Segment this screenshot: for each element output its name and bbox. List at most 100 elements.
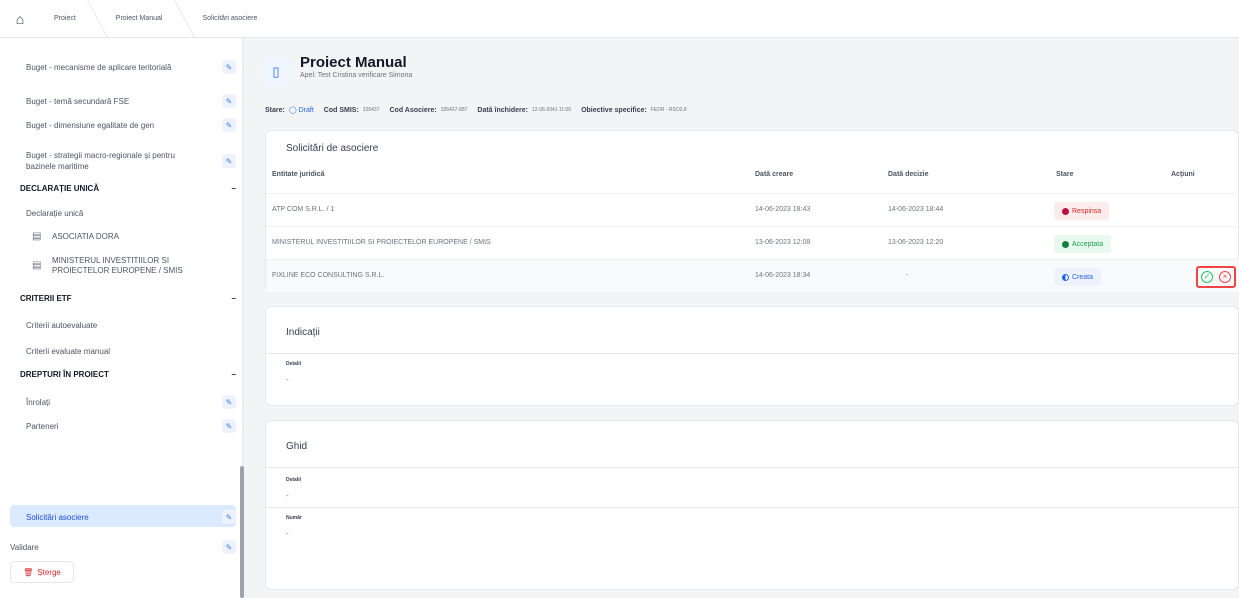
sidebar-item-label: Parteneri — [26, 421, 59, 431]
divider — [266, 507, 1239, 508]
section-title: DECLARAȚIE UNICĂ — [20, 184, 100, 193]
sidebar-item-asociatia-dora[interactable]: ▤ ASOCIATIA DORA — [32, 232, 232, 242]
column-header: Stare — [1056, 171, 1074, 178]
cell-entitate: MINISTERUL INVESTITIILOR SI PROIECTELOR … — [272, 239, 491, 246]
accept-icon[interactable]: ✓ — [1201, 271, 1213, 283]
card-title: Solicitări de asociere — [286, 143, 379, 154]
divider — [266, 353, 1239, 354]
sidebar-item-buget-strategii[interactable]: Buget - strategii macro-regionale și pen… — [26, 150, 236, 172]
cell-data-creare: 14-06-2023 18:34 — [755, 272, 811, 279]
cell-data-creare: 13-06-2023 12:08 — [755, 239, 811, 246]
edit-icon[interactable]: ✎ — [222, 419, 236, 433]
sidebar-scrollbar[interactable] — [240, 466, 244, 598]
section-declaratie[interactable]: DECLARAȚIE UNICĂ – — [20, 184, 236, 193]
field-value: - — [286, 375, 289, 384]
breadcrumb-proiect[interactable]: Proiect — [40, 0, 102, 38]
cell-data-decizie: - — [906, 272, 909, 279]
sidebar-item-label: ASOCIATIA DORA — [52, 232, 119, 241]
sidebar-item-declaratie-unica[interactable]: Declarație unică — [26, 208, 236, 219]
row-actions: ✓ × — [1196, 266, 1236, 288]
sidebar-item-label: MINISTERUL INVESTITIILOR SI PROIECTELOR … — [52, 256, 183, 275]
cell-data-decizie: 14-06-2023 18:44 — [888, 206, 944, 213]
field-label: Număr — [286, 515, 302, 521]
ghid-card: Ghid Detalii - Număr - — [265, 420, 1239, 590]
breadcrumb-solicitari: Solicitări asociere — [202, 15, 258, 22]
edit-icon[interactable]: ✎ — [222, 540, 236, 554]
main-content: ▯ Proiect Manual Apel: Test Cristina ver… — [245, 38, 1239, 598]
sidebar-item-parteneri[interactable]: Parteneri ✎ — [26, 419, 236, 433]
meta-label: Cod Asociere: — [389, 106, 437, 114]
table-row[interactable]: ATP COM S.R.L. / 1 14-06-2023 18:43 14-0… — [266, 193, 1239, 226]
status-text: Acceptata — [1072, 240, 1104, 248]
reject-icon[interactable]: × — [1219, 271, 1231, 283]
edit-icon[interactable]: ✎ — [222, 154, 236, 168]
edit-icon[interactable]: ✎ — [222, 510, 236, 524]
status-badge: Respinsa — [1054, 202, 1110, 220]
column-header: Acțiuni — [1171, 171, 1195, 178]
document-icon: ▯ — [262, 58, 290, 86]
field-value: - — [286, 529, 289, 538]
sidebar-item-label: Buget - dimensiune egalitate de gen — [26, 120, 155, 130]
meta-value: 326437 — [362, 107, 380, 113]
edit-icon[interactable]: ✎ — [222, 118, 236, 132]
meta-value: FEDR - RSO2.8 — [650, 107, 687, 113]
section-title: CRITERII ETF — [20, 294, 72, 303]
sidebar-item-solicitari-asociere[interactable]: Solicitări asociere ✎ — [26, 510, 236, 524]
sidebar-item-label: Declarație unică — [26, 209, 84, 218]
sidebar-item-criterii-autoevaluate[interactable]: Criterii autoevaluate — [26, 320, 236, 331]
column-header: Dată creare — [755, 171, 794, 178]
collapse-icon[interactable]: – — [232, 294, 236, 303]
table-row[interactable]: MINISTERUL INVESTITIILOR SI PROIECTELOR … — [266, 226, 1239, 259]
meta-label: Obiective specifice: — [581, 106, 647, 114]
sidebar-item-label: Buget - temă secundară FSE — [26, 96, 130, 106]
sidebar-item-buget-fse[interactable]: Buget - temă secundară FSE ✎ — [26, 94, 236, 108]
document-icon: ▤ — [32, 231, 42, 242]
cell-entitate: ATP COM S.R.L. / 1 — [272, 206, 335, 213]
sidebar-item-inrolati[interactable]: Înrolați ✎ — [26, 395, 236, 409]
sidebar-item-label: Buget - strategii macro-regionale și pen… — [26, 151, 175, 171]
edit-icon[interactable]: ✎ — [222, 94, 236, 108]
sidebar-item-label: Înrolați — [26, 397, 51, 407]
breadcrumb-proiect-manual[interactable]: Proiect Manual — [102, 0, 189, 38]
field-value: - — [286, 491, 289, 500]
sidebar-item-validare[interactable]: Validare ✎ — [10, 540, 236, 554]
column-header: Dată decizie — [888, 171, 929, 178]
section-criterii[interactable]: CRITERII ETF – — [20, 294, 236, 303]
sidebar-item-ministerul[interactable]: ▤ MINISTERUL INVESTITIILOR SI PROIECTELO… — [32, 256, 232, 276]
meta-label: Stare: — [265, 106, 285, 114]
card-title: Indicații — [286, 327, 320, 338]
cell-entitate: FIXLINE ECO CONSULTING S.R.L. — [272, 272, 385, 279]
section-drepturi[interactable]: DREPTURI ÎN PROIECT – — [20, 370, 236, 379]
trash-icon: 🗑 — [23, 567, 34, 577]
meta-value: 326437-887 — [440, 107, 468, 113]
meta-label: Cod SMIS: — [323, 106, 359, 114]
collapse-icon[interactable]: – — [232, 370, 236, 379]
top-bar: ⌂ Proiect Proiect Manual Solicitări asoc… — [0, 0, 1239, 38]
status-value: Draft — [298, 107, 314, 114]
section-title: DREPTURI ÎN PROIECT — [20, 370, 109, 379]
field-label: Detalii — [286, 361, 302, 367]
sidebar-item-label: Criterii autoevaluate — [26, 321, 98, 330]
table-row[interactable]: FIXLINE ECO CONSULTING S.R.L. 14-06-2023… — [266, 259, 1239, 292]
status-dot — [1062, 207, 1069, 215]
collapse-icon[interactable]: – — [232, 184, 236, 193]
cell-data-creare: 14-06-2023 18:43 — [755, 206, 811, 213]
meta-label: Dată închidere: — [477, 106, 528, 114]
divider — [266, 467, 1239, 468]
sidebar-item-buget-gen[interactable]: Buget - dimensiune egalitate de gen ✎ — [26, 118, 236, 132]
status-text: Respinsa — [1072, 207, 1102, 215]
sidebar-item-criterii-manual[interactable]: Criterii evaluate manual — [26, 346, 236, 357]
status-text: Creata — [1072, 273, 1094, 281]
solicitari-card: Solicitări de asociere Entitate juridică… — [265, 130, 1239, 292]
sidebar-item-label: Buget - mecanisme de aplicare teritorial… — [26, 62, 172, 72]
sidebar-item-buget-mecanisme[interactable]: Buget - mecanisme de aplicare teritorial… — [26, 60, 236, 74]
sidebar-item-label: Solicitări asociere — [26, 512, 89, 522]
card-title: Ghid — [286, 441, 308, 452]
edit-icon[interactable]: ✎ — [222, 395, 236, 409]
delete-button[interactable]: 🗑 Șterge — [10, 561, 74, 583]
indicatii-card: Indicații Detalii - — [265, 306, 1239, 406]
page-subtitle: Apel: Test Cristina verificare Simona — [300, 72, 413, 79]
edit-icon[interactable]: ✎ — [222, 60, 236, 74]
document-icon: ▤ — [32, 260, 42, 271]
home-icon[interactable]: ⌂ — [0, 0, 40, 38]
